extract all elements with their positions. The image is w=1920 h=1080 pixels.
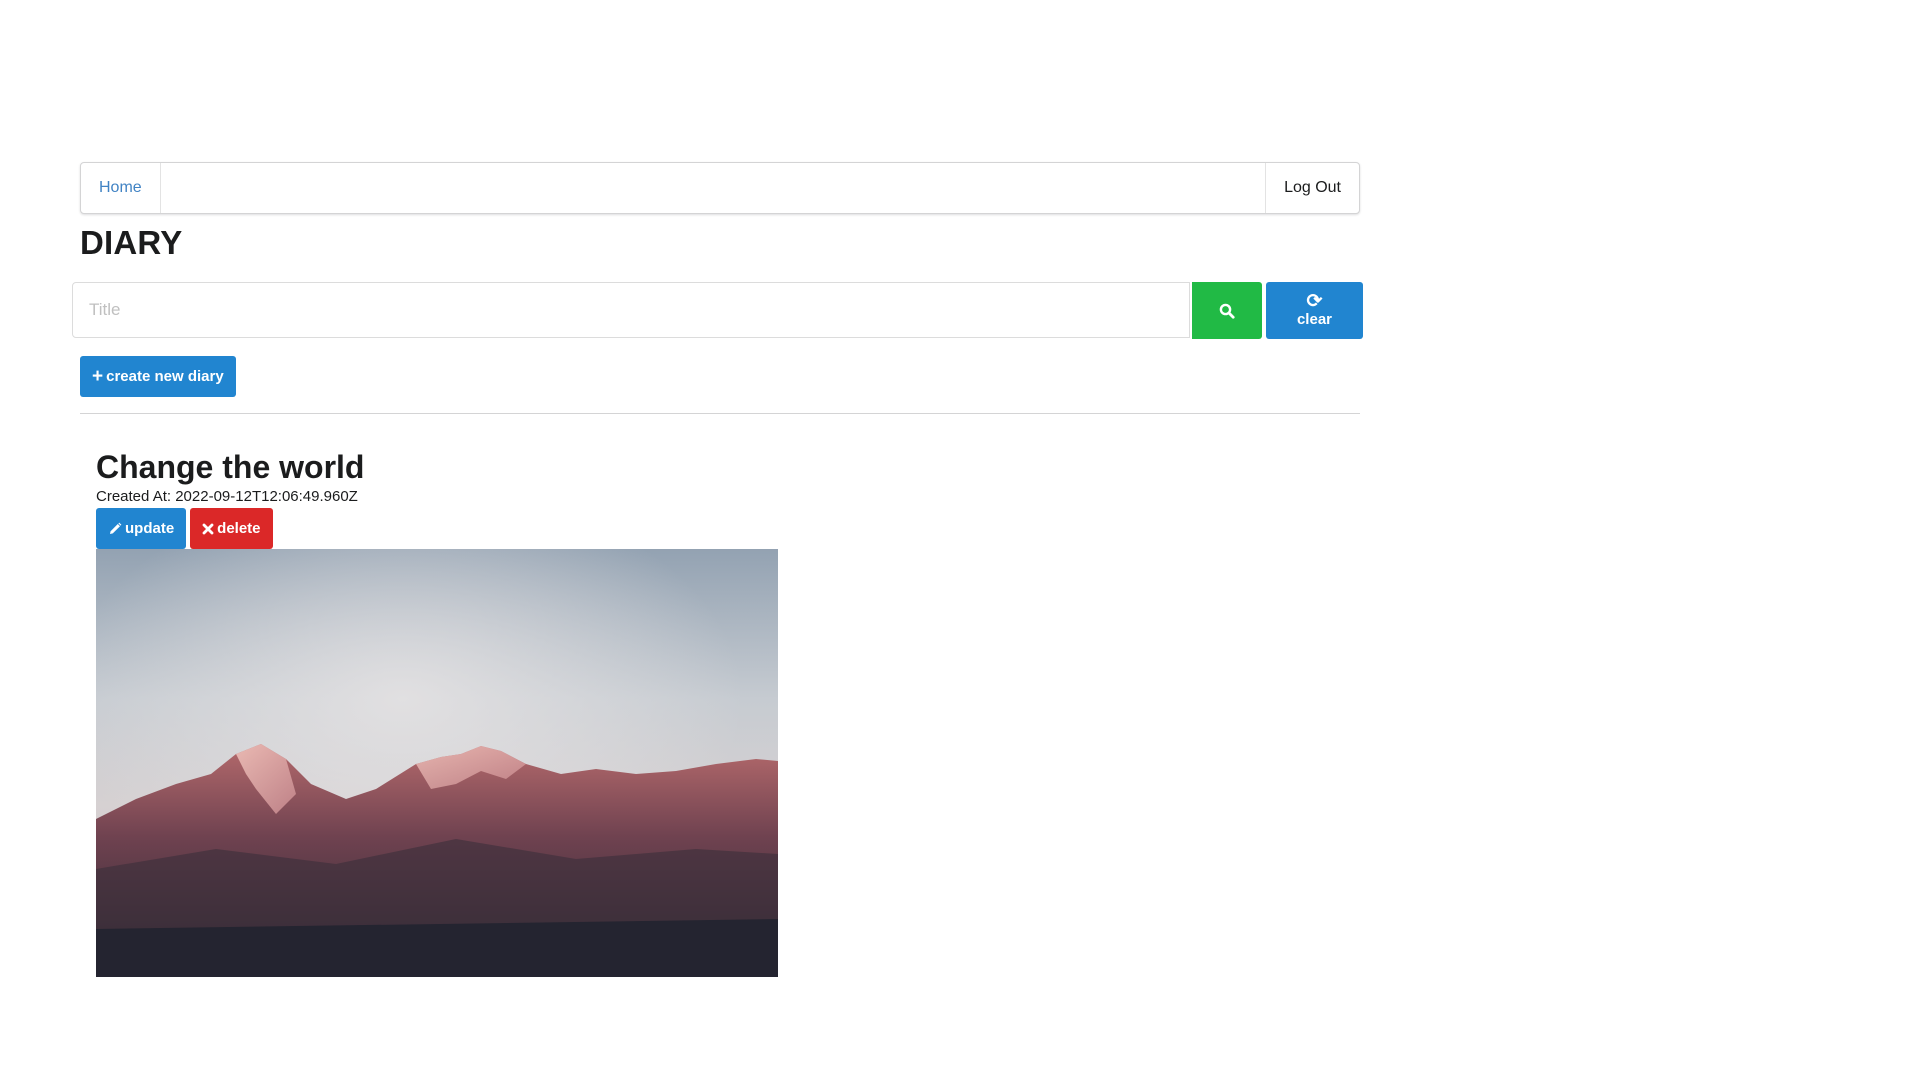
create-new-diary-button[interactable]: + create new diary [80, 356, 236, 397]
entry-image-mountains [96, 549, 778, 977]
close-icon [202, 523, 214, 534]
section-divider [80, 413, 1360, 414]
delete-button[interactable]: delete [190, 508, 273, 549]
pencil-icon [110, 522, 122, 534]
nav-home-link[interactable]: Home [81, 163, 161, 213]
clear-button[interactable]: ⟳ clear [1266, 282, 1363, 339]
search-icon [1219, 303, 1235, 319]
top-nav-menu: Home Log Out [80, 162, 1360, 214]
plus-icon: + [92, 366, 104, 387]
title-search-input[interactable] [72, 282, 1190, 338]
diary-entry: Change the world Created At: 2022-09-12T… [96, 448, 778, 977]
page-title: DIARY [80, 224, 183, 261]
entry-created-at: Created At: 2022-09-12T12:06:49.960Z [96, 488, 358, 505]
entry-title: Change the world [96, 449, 365, 485]
delete-button-label: delete [217, 520, 261, 537]
create-button-label: create new diary [106, 368, 224, 385]
update-button-label: update [125, 520, 175, 537]
entry-actions: update delete [96, 508, 778, 549]
search-button[interactable] [1192, 282, 1262, 339]
nav-logout-link[interactable]: Log Out [1265, 163, 1359, 213]
refresh-icon: ⟳ [1306, 290, 1323, 312]
update-button[interactable]: update [96, 508, 187, 549]
clear-button-label: clear [1296, 310, 1333, 328]
